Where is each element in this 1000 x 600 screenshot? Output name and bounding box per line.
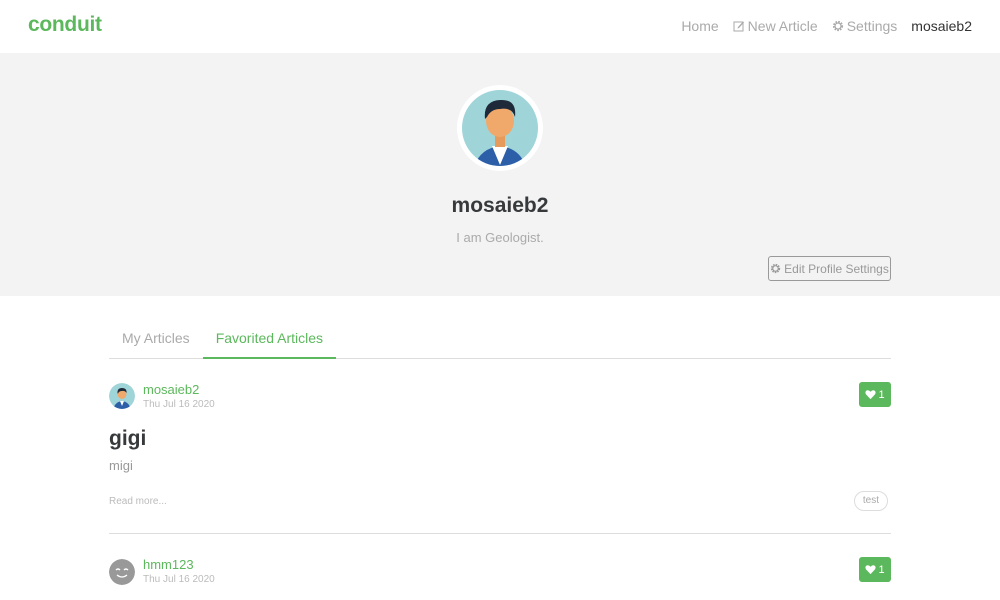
nav-new-article-label: New Article	[747, 18, 818, 34]
nav-home-label: Home	[681, 18, 719, 34]
navbar: conduit Home New Article Settings mosaie…	[0, 0, 1000, 53]
nav-settings-label: Settings	[846, 18, 898, 34]
author-avatar[interactable]	[109, 559, 135, 585]
author-link[interactable]: hmm123	[143, 557, 194, 572]
nav-home-link[interactable]: Home	[681, 18, 718, 34]
nav-profile-label: mosaieb2	[911, 18, 972, 34]
favorite-count: 1	[878, 388, 885, 401]
article-divider	[109, 533, 891, 534]
favorite-button[interactable]: 1	[859, 557, 891, 582]
tag-pill: test	[853, 491, 888, 511]
pencil-square-icon	[733, 21, 744, 32]
article-title[interactable]: gigi	[109, 427, 146, 451]
brand-logo[interactable]: conduit	[28, 13, 102, 37]
edit-profile-settings-label: Edit Profile Settings	[784, 261, 889, 276]
heart-icon	[865, 390, 877, 400]
nav-profile-link[interactable]: mosaieb2	[911, 18, 972, 34]
gear-icon	[832, 20, 843, 32]
tab-favorited-articles[interactable]: Favorited Articles	[202, 322, 337, 359]
author-avatar[interactable]	[109, 383, 135, 409]
gear-icon	[770, 263, 781, 274]
nav-links: Home New Article Settings mosaieb2	[681, 18, 972, 34]
article-description: migi	[109, 458, 133, 473]
edit-profile-settings-button[interactable]: Edit Profile Settings	[768, 256, 891, 281]
article-date: Thu Jul 16 2020	[143, 399, 215, 410]
favorite-count: 1	[878, 563, 885, 576]
heart-icon	[865, 565, 877, 575]
profile-bio: I am Geologist.	[456, 230, 544, 245]
nav-settings-link[interactable]: Settings	[832, 18, 898, 34]
article-date: Thu Jul 16 2020	[143, 574, 215, 585]
articles-tabs: My Articles Favorited Articles	[109, 322, 891, 359]
read-more-link[interactable]: Read more...	[109, 496, 167, 507]
favorite-button[interactable]: 1	[859, 382, 891, 407]
nav-new-article-link[interactable]: New Article	[733, 18, 818, 34]
author-link[interactable]: mosaieb2	[143, 382, 199, 397]
profile-avatar	[457, 85, 543, 171]
profile-banner: mosaieb2 I am Geologist. Edit Profile Se…	[0, 53, 1000, 296]
tab-my-articles[interactable]: My Articles	[109, 322, 203, 359]
profile-username: mosaieb2	[451, 194, 549, 217]
